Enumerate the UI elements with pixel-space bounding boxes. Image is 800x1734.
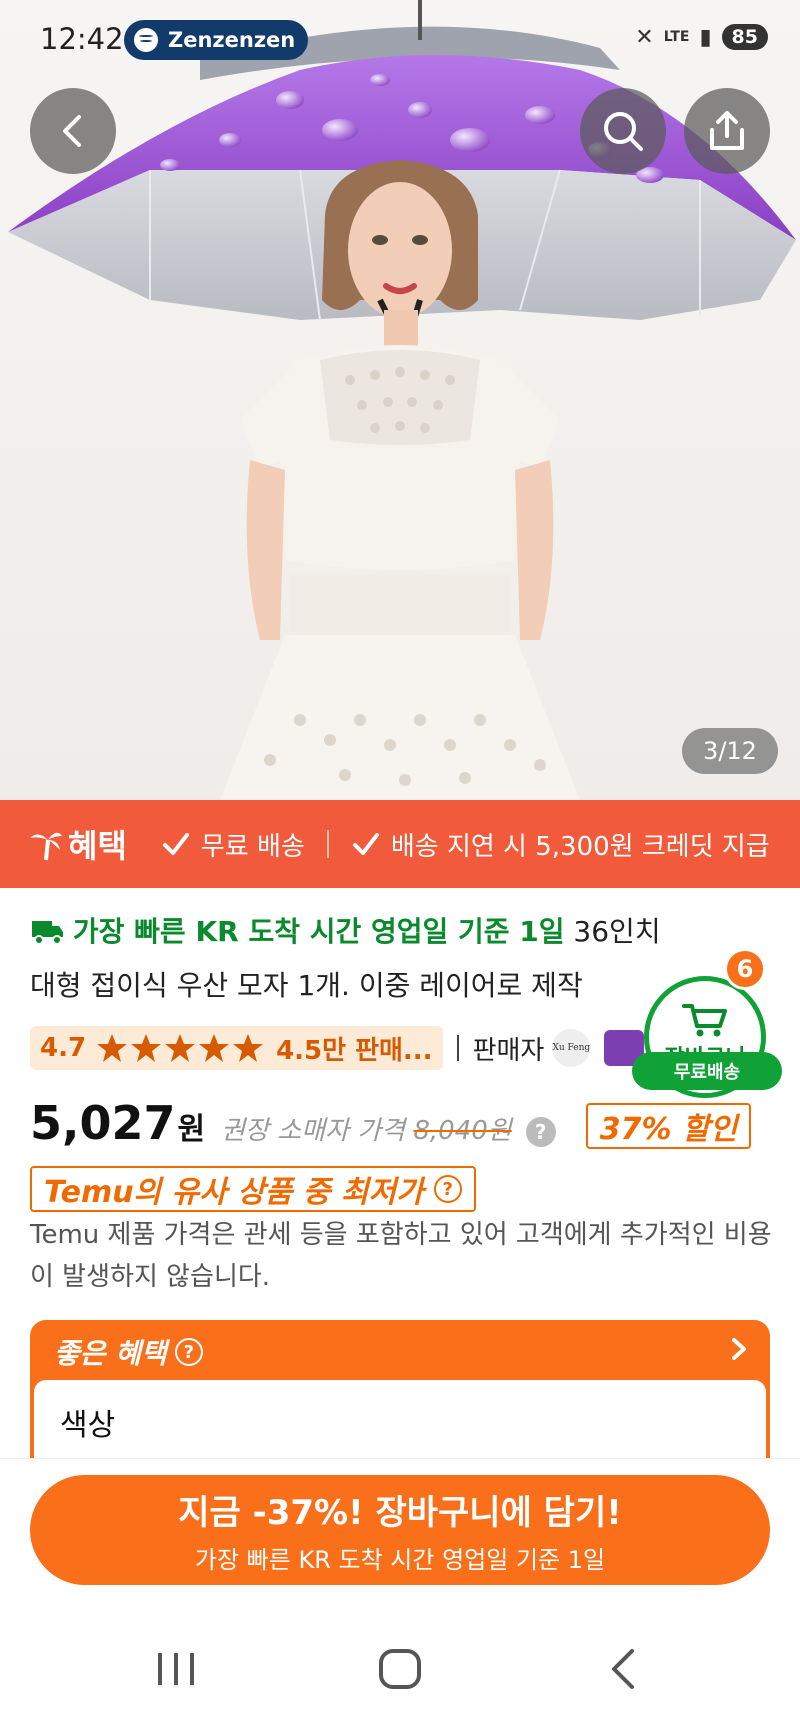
rating-chip[interactable]: 4.7 4.5만 판매...: [30, 1026, 443, 1070]
check-icon: [162, 833, 189, 855]
media-pill[interactable]: Zenzenzen: [124, 20, 308, 60]
free-shipping-pill: 무료배송: [632, 1052, 782, 1090]
seller-avatar[interactable]: Xu Feng: [552, 1029, 591, 1067]
rrp-label-text: 권장 소매자 가격: [221, 1116, 406, 1146]
signal-icon: ▮: [699, 24, 712, 50]
home-button[interactable]: [370, 1644, 430, 1694]
cart-count-badge: 6: [724, 948, 766, 990]
recent-apps-button[interactable]: [146, 1644, 206, 1694]
battery-indicator: 85: [721, 24, 768, 50]
color-label: 색상: [60, 1408, 116, 1443]
product-image-gallery[interactable]: 12:42 Zenzenzen ✕ LTE ▮ 85 3/12: [0, 0, 800, 800]
help-icon: ?: [433, 1175, 462, 1203]
benefits-card[interactable]: 좋은 혜택 ? 색상: [30, 1320, 770, 1460]
rrp-value: 8,040원: [413, 1116, 512, 1146]
back-nav-button[interactable]: [594, 1644, 654, 1694]
image-counter: 3/12: [682, 728, 778, 774]
share-icon: [710, 111, 744, 150]
price-row: 5,027 원 권장 소매자 가격 8,040원 ? 37% 할인: [30, 1096, 752, 1150]
bottom-action-bar: 지금 -37%! 장바구니에 담기! 가장 빠른 KR 도착 시간 영업일 기준…: [0, 1458, 800, 1598]
clock: 12:42: [40, 22, 124, 56]
search-icon: [604, 112, 643, 151]
discount-badge: 37% 할인: [585, 1103, 752, 1149]
benefits-card-title: 좋은 혜택 ?: [54, 1332, 203, 1372]
home-icon: [379, 1649, 421, 1689]
product-photo: [8, 0, 796, 800]
cta-main-label: 지금 -37%! 장바구니에 담기!: [178, 1493, 622, 1533]
divider: [326, 830, 329, 858]
sales-count: 4.5만 판매...: [276, 1035, 433, 1066]
chevron-left-icon: [63, 115, 81, 147]
product-title: 가장 빠른 KR 도착 시간 영업일 기준 1일 36인치: [30, 912, 770, 952]
delivery-time: 가장 빠른 KR 도착 시간 영업일 기준 1일: [72, 915, 565, 948]
delivery-truck-icon: [32, 921, 63, 945]
help-icon: ?: [174, 1338, 203, 1366]
back-nav-icon: [612, 1649, 634, 1689]
benefits-card-title-text: 좋은 혜택: [54, 1337, 167, 1370]
palm-tree-icon: [30, 832, 62, 861]
cta-sub-label: 가장 빠른 KR 도착 시간 영업일 기준 1일: [194, 1546, 606, 1574]
benefit-item-label: 배송 지연 시 5,300원 크레딧 지급: [390, 831, 770, 862]
rating-value: 4.7: [40, 1033, 87, 1063]
seller-label: 판매자: [472, 1035, 545, 1066]
mute-icon: ✕: [635, 24, 654, 50]
benefit-free-shipping: 무료 배송: [161, 826, 305, 863]
lowest-price-label: Temu의 유사 상품 중 최저가: [44, 1175, 424, 1210]
media-title: Zenzenzen: [168, 28, 296, 52]
rating-row: 4.7 4.5만 판매... 판매자 Xu Feng: [30, 1026, 645, 1070]
tax-notice: Temu 제품 가격은 관세 등을 포함하고 있어 고객에게 추가적인 비용이 …: [30, 1220, 772, 1292]
cart-icon: [682, 1004, 727, 1037]
stars-icon: [97, 1034, 264, 1062]
benefit-item-label: 무료 배송: [200, 831, 305, 862]
status-bar: 12:42 Zenzenzen ✕ LTE ▮ 85: [0, 0, 800, 80]
benefits-card-body: 색상: [34, 1380, 766, 1460]
benefit-delay-credit: 배송 지연 시 5,300원 크레딧 지급: [351, 826, 770, 863]
currency: 원: [177, 1112, 206, 1147]
status-icons: ✕ LTE ▮ 85: [635, 24, 768, 50]
chevron-right-icon[interactable]: [726, 1334, 752, 1364]
benefit-title-label: 혜택: [68, 827, 127, 865]
add-to-cart-button[interactable]: 지금 -37%! 장바구니에 담기! 가장 빠른 KR 도착 시간 영업일 기준…: [30, 1475, 770, 1585]
price: 5,027: [30, 1096, 176, 1150]
star-rating: [96, 1032, 266, 1064]
product-title-line2: 대형 접이식 우산 모자 1개. 이중 레이어로 제작: [30, 969, 583, 1002]
lte-label: LTE: [663, 29, 690, 45]
check-icon: [352, 833, 379, 855]
system-nav-bar: [0, 1598, 800, 1734]
lowest-price-tag[interactable]: Temu의 유사 상품 중 최저가 ?: [30, 1166, 476, 1212]
benefit-title: 혜택: [28, 821, 127, 867]
product-page: 12:42 Zenzenzen ✕ LTE ▮ 85 3/12 혜택 무료 배송…: [0, 0, 800, 1734]
help-icon[interactable]: ?: [525, 1117, 556, 1147]
title-part1: 36인치: [564, 915, 661, 948]
benefit-bar[interactable]: 혜택 무료 배송 배송 지연 시 5,300원 크레딧 지급: [0, 800, 800, 888]
recent-apps-icon: [158, 1653, 194, 1685]
divider: [456, 1035, 459, 1061]
back-button[interactable]: [30, 88, 116, 174]
spotify-icon: [134, 28, 158, 52]
rrp-label: 권장 소매자 가격 8,040원: [221, 1110, 512, 1147]
share-button[interactable]: [684, 88, 770, 174]
search-button[interactable]: [580, 88, 666, 174]
